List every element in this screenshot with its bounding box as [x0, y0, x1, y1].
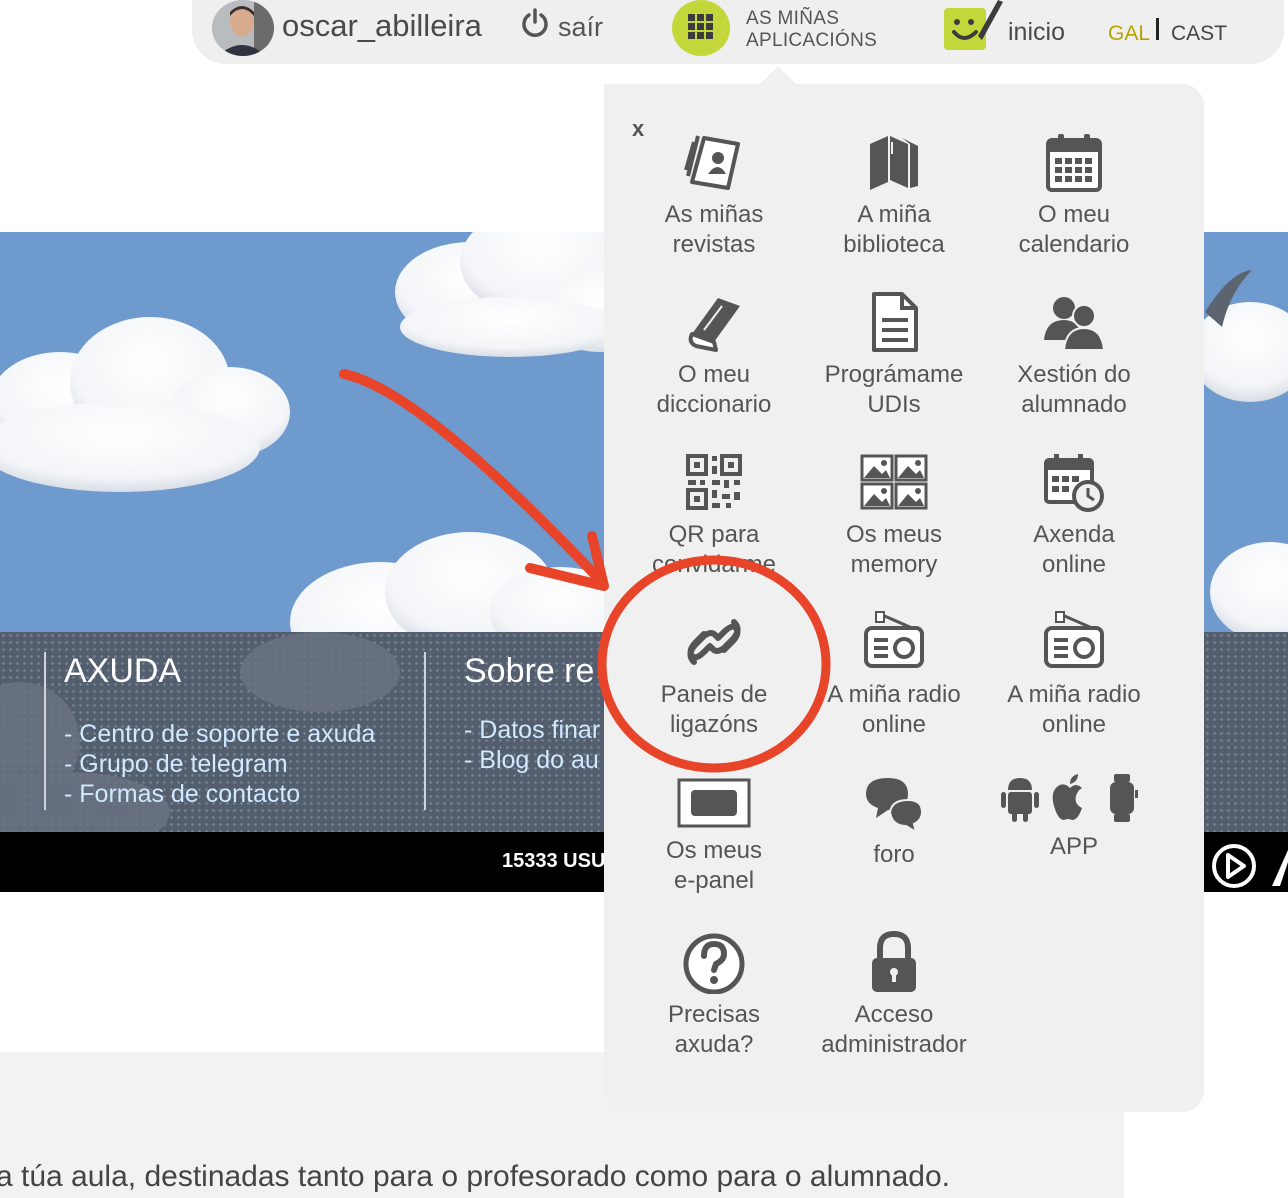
radio-icon: [1044, 611, 1104, 668]
app-my-dictionary[interactable]: O meu diccionario: [624, 290, 804, 440]
home-link[interactable]: inicio: [1008, 18, 1065, 47]
apps-label-line1: AS MIÑAS: [746, 8, 840, 29]
app-label: Os meus memory: [845, 521, 943, 578]
app-my-radio-online[interactable]: A miña radio online: [804, 610, 984, 760]
devices-icon: [1001, 774, 1138, 822]
username[interactable]: oscar_abilleira: [282, 8, 482, 44]
app-label: foro: [873, 841, 915, 868]
app-label: A miña radio online: [827, 681, 961, 738]
app-label: Xestión do alumnado: [1017, 361, 1131, 418]
users-count: 15333 USU: [502, 850, 606, 872]
app-label: Prográmame UDIs: [824, 361, 964, 418]
app-my-memory[interactable]: Os meus memory: [804, 450, 984, 600]
radio-icon: [864, 611, 924, 668]
blog-link[interactable]: - Blog do au: [464, 746, 599, 775]
dropdown-caret: [758, 66, 798, 86]
document-icon: [872, 292, 918, 352]
support-center-link[interactable]: - Centro de soporte e axuda: [64, 720, 375, 749]
app-my-calendar[interactable]: O meu calendario: [984, 130, 1164, 280]
footer-divider: [424, 652, 426, 810]
help-icon: [683, 933, 745, 994]
apps-menu-label[interactable]: AS MIÑAS APLICACIÓNS: [746, 8, 877, 52]
agenda-icon: [1044, 454, 1104, 512]
app-label: QR para convidarme: [651, 521, 777, 578]
language-galician[interactable]: GAL: [1108, 22, 1150, 46]
students-icon: [1044, 297, 1106, 351]
app-link-panels[interactable]: Paneis de ligazóns: [624, 610, 804, 760]
memory-icon: [860, 454, 928, 510]
app-mobile-app[interactable]: APP: [984, 770, 1164, 920]
apps-grid-button[interactable]: [672, 0, 730, 56]
language-separator: [1156, 18, 1159, 40]
app-my-radio-online-2[interactable]: A miña radio online: [984, 610, 1164, 760]
grid-icon: [688, 14, 713, 39]
section-description: a túa aula, destinadas tanto para o prof…: [0, 1160, 950, 1193]
app-qr-invite[interactable]: QR para convidarme: [624, 450, 804, 600]
app-label: A miña biblioteca: [843, 201, 945, 258]
avatar[interactable]: [212, 0, 274, 56]
app-label: A miña radio online: [1007, 681, 1141, 738]
calendar-icon: [1046, 134, 1102, 192]
logout-button[interactable]: saír: [558, 12, 603, 43]
power-icon[interactable]: [520, 8, 550, 38]
app-label: O meu calendario: [1018, 201, 1130, 258]
magazines-icon: [684, 135, 740, 190]
app-label: Acceso administrador: [821, 1001, 967, 1058]
app-online-agenda[interactable]: Axenda online: [984, 450, 1164, 600]
dictionary-icon: [688, 298, 740, 352]
app-my-library[interactable]: A miña biblioteca: [804, 130, 984, 280]
app-label: APP: [1049, 833, 1099, 860]
app-label: Axenda online: [1033, 521, 1115, 578]
app-admin-access[interactable]: Acceso administrador: [804, 930, 984, 1080]
app-label: Os meus e-panel: [665, 837, 763, 894]
app-label: As miñas revistas: [664, 201, 764, 258]
app-forum[interactable]: foro: [804, 770, 984, 920]
qr-icon: [686, 454, 742, 510]
telegram-group-link[interactable]: - Grupo de telegram: [64, 750, 288, 779]
app-udis-planner[interactable]: Prográmame UDIs: [804, 290, 984, 440]
language-castilian[interactable]: CAST: [1171, 22, 1227, 46]
contact-forms-link[interactable]: - Formas de contacto: [64, 780, 300, 809]
library-icon: [870, 136, 918, 190]
app-need-help[interactable]: Precisas axuda?: [624, 930, 804, 1080]
forum-icon: [866, 778, 924, 834]
app-my-magazines[interactable]: As miñas revistas: [624, 130, 804, 280]
app-label: O meu diccionario: [656, 361, 772, 418]
app-label: Paneis de ligazóns: [660, 681, 768, 738]
help-column-title: AXUDA: [64, 652, 182, 690]
footer-divider: [44, 652, 46, 810]
app-student-management[interactable]: Xestión do alumnado: [984, 290, 1164, 440]
app-my-epanel[interactable]: Os meus e-panel: [624, 778, 804, 928]
lock-icon: [872, 930, 916, 992]
epanel-icon: [677, 778, 751, 828]
financial-data-link[interactable]: - Datos finar: [464, 716, 600, 745]
about-column-title: Sobre re: [464, 652, 595, 690]
home-logo-icon[interactable]: [940, 0, 1004, 54]
apps-label-line2: APLICACIÓNS: [746, 30, 878, 51]
app-label: Precisas axuda?: [667, 1001, 761, 1058]
link-icon: [687, 619, 741, 665]
